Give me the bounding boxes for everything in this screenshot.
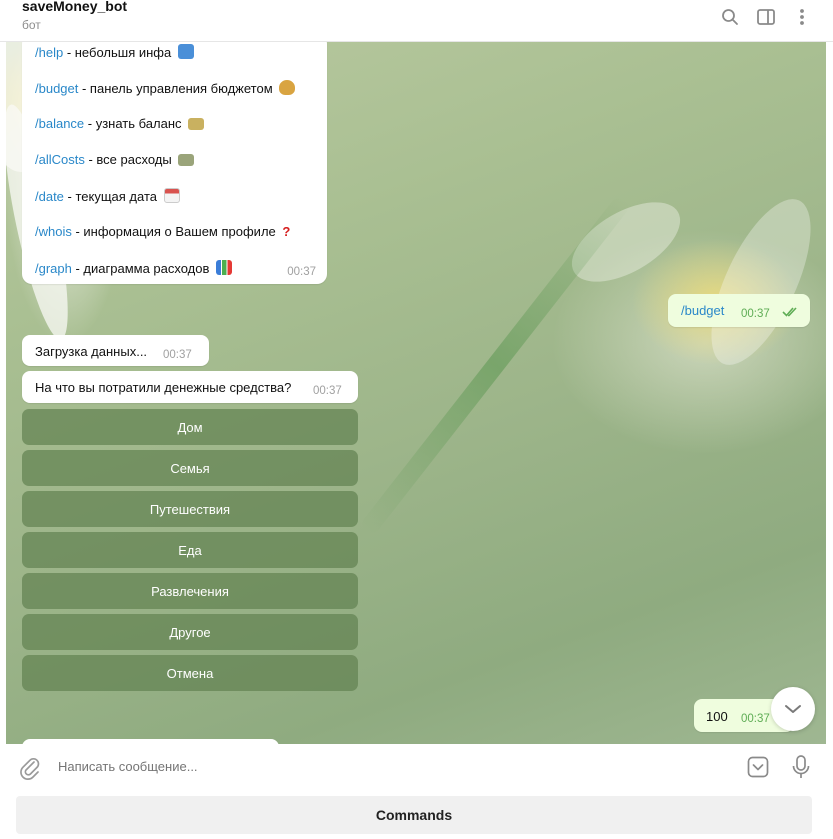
- message-time: 00:37: [741, 308, 770, 320]
- double-check-icon: [782, 306, 800, 321]
- banknotes-emoji: [178, 154, 195, 166]
- message-input[interactable]: [58, 759, 658, 774]
- incoming-message: На что вы потратили денежные средства? 0…: [22, 371, 358, 403]
- commands-button[interactable]: Commands: [16, 796, 812, 834]
- command-line-budget: /budget - панель управления бюджетом: [35, 80, 296, 96]
- commands-message: /help - небольшя инфа /budget - панель у…: [22, 42, 327, 284]
- chat-header: saveMoney_bot бот: [0, 0, 833, 42]
- command-link[interactable]: /help: [35, 45, 63, 60]
- message-time: 00:37: [287, 266, 316, 278]
- microphone-icon[interactable]: [790, 754, 812, 785]
- incoming-message: Загрузка данных... 00:37: [22, 335, 209, 366]
- command-link[interactable]: /balance: [35, 116, 84, 131]
- command-description: - все расходы: [84, 152, 172, 167]
- message-text[interactable]: /budget: [681, 303, 724, 318]
- more-icon[interactable]: [791, 6, 813, 28]
- banknote-emoji: [188, 118, 205, 130]
- command-link[interactable]: /graph: [35, 261, 72, 276]
- message-text: Загрузка данных...: [35, 344, 148, 359]
- sidebar-icon[interactable]: [755, 6, 777, 28]
- command-description: - текущая дата: [63, 189, 157, 204]
- calendar-emoji: [163, 188, 180, 203]
- keyboard-button-food[interactable]: Еда: [22, 532, 358, 568]
- message-time: 00:37: [741, 713, 770, 725]
- message-composer: Commands: [0, 744, 833, 839]
- command-line-whois: /whois - информация о Вашем профиле ?: [35, 224, 290, 239]
- keyboard-button-family[interactable]: Семья: [22, 450, 358, 486]
- message-text: 100: [706, 709, 728, 724]
- info-emoji: [177, 44, 194, 59]
- keyboard-button-other[interactable]: Другое: [22, 614, 358, 650]
- message-time: 00:37: [163, 349, 192, 361]
- chevron-down-icon: [785, 705, 801, 713]
- chat-title[interactable]: saveMoney_bot: [22, 0, 127, 14]
- bot-keyboard-toggle-icon[interactable]: [746, 755, 770, 784]
- background-petal: [691, 185, 826, 379]
- command-description: - диаграмма расходов: [71, 261, 210, 276]
- background-stem: [358, 194, 632, 537]
- command-link[interactable]: /allCosts: [35, 152, 85, 167]
- chat-subtitle: бот: [22, 18, 41, 32]
- keyboard-button-travel[interactable]: Путешествия: [22, 491, 358, 527]
- command-line-date: /date - текущая дата: [35, 188, 180, 204]
- keyboard-button-cancel[interactable]: Отмена: [22, 655, 358, 691]
- command-description: - узнать баланс: [84, 116, 182, 131]
- command-link[interactable]: /whois: [35, 224, 72, 239]
- keyboard-button-home[interactable]: Дом: [22, 409, 358, 445]
- command-description: - панель управления бюджетом: [78, 81, 273, 96]
- command-link[interactable]: /budget: [35, 81, 78, 96]
- message-text: На что вы потратили денежные средства?: [35, 380, 292, 395]
- header-actions: [719, 6, 813, 28]
- chart-emoji: [216, 260, 233, 275]
- command-link[interactable]: /date: [35, 189, 64, 204]
- search-icon[interactable]: [719, 6, 741, 28]
- command-description: - информация о Вашем профиле: [71, 224, 276, 239]
- attach-icon[interactable]: [18, 756, 42, 785]
- scroll-down-button[interactable]: [771, 687, 815, 731]
- outgoing-message: /budget 00:37: [668, 294, 810, 327]
- command-line-help: /help - небольшя инфа: [35, 44, 194, 60]
- command-description: - небольшя инфа: [63, 45, 172, 60]
- money-bag-emoji: [279, 80, 296, 95]
- message-time: 00:37: [313, 385, 342, 397]
- question-emoji: ?: [282, 224, 291, 239]
- chat-area[interactable]: /help - небольшя инфа /budget - панель у…: [6, 42, 826, 744]
- command-line-graph: /graph - диаграмма расходов: [35, 260, 233, 276]
- keyboard-button-entertainment[interactable]: Развлечения: [22, 573, 358, 609]
- command-line-allcosts: /allCosts - все расходы: [35, 152, 195, 167]
- command-line-balance: /balance - узнать баланс: [35, 116, 205, 131]
